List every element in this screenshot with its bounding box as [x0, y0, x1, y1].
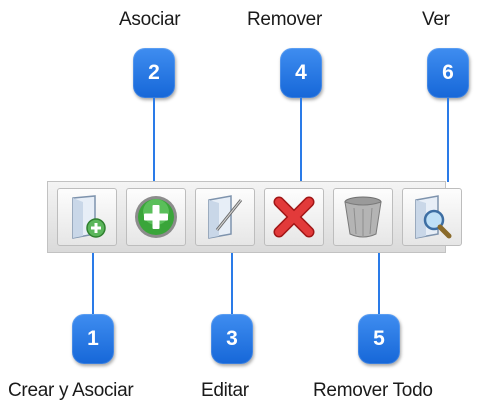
label-ver: Ver — [422, 9, 450, 30]
editar-button[interactable] — [195, 188, 255, 246]
asociar-button[interactable] — [126, 188, 186, 246]
crear-y-asociar-button[interactable] — [57, 188, 117, 246]
label-remover-todo: Remover Todo — [313, 380, 433, 401]
callout-badge-2: 2 — [133, 48, 175, 98]
callout-line-1 — [92, 253, 94, 314]
magnifier-document-icon — [410, 194, 454, 240]
label-editar: Editar — [201, 380, 249, 401]
label-asociar: Asociar — [119, 9, 181, 30]
callout-line-5 — [378, 253, 380, 314]
callout-line-6 — [447, 98, 449, 182]
callout-line-2 — [153, 98, 155, 182]
label-crear-y-asociar: Crear y Asociar — [8, 380, 134, 401]
toolbar — [47, 181, 462, 253]
callout-badge-3: 3 — [211, 314, 253, 364]
callout-line-4 — [300, 98, 302, 182]
callout-badge-5: 5 — [358, 314, 400, 364]
ver-button[interactable] — [402, 188, 462, 246]
red-x-icon — [271, 194, 317, 240]
callout-badge-1: 1 — [72, 314, 114, 364]
new-document-plus-icon — [67, 194, 107, 240]
remover-todo-button[interactable] — [333, 188, 393, 246]
callout-badge-6: 6 — [427, 48, 469, 98]
label-remover: Remover — [247, 9, 322, 30]
green-plus-icon — [132, 193, 180, 241]
callout-badge-4: 4 — [280, 48, 322, 98]
edit-pencil-icon — [203, 194, 247, 240]
remover-button[interactable] — [264, 188, 324, 246]
trash-bin-icon — [341, 194, 385, 240]
callout-line-3 — [231, 253, 233, 314]
